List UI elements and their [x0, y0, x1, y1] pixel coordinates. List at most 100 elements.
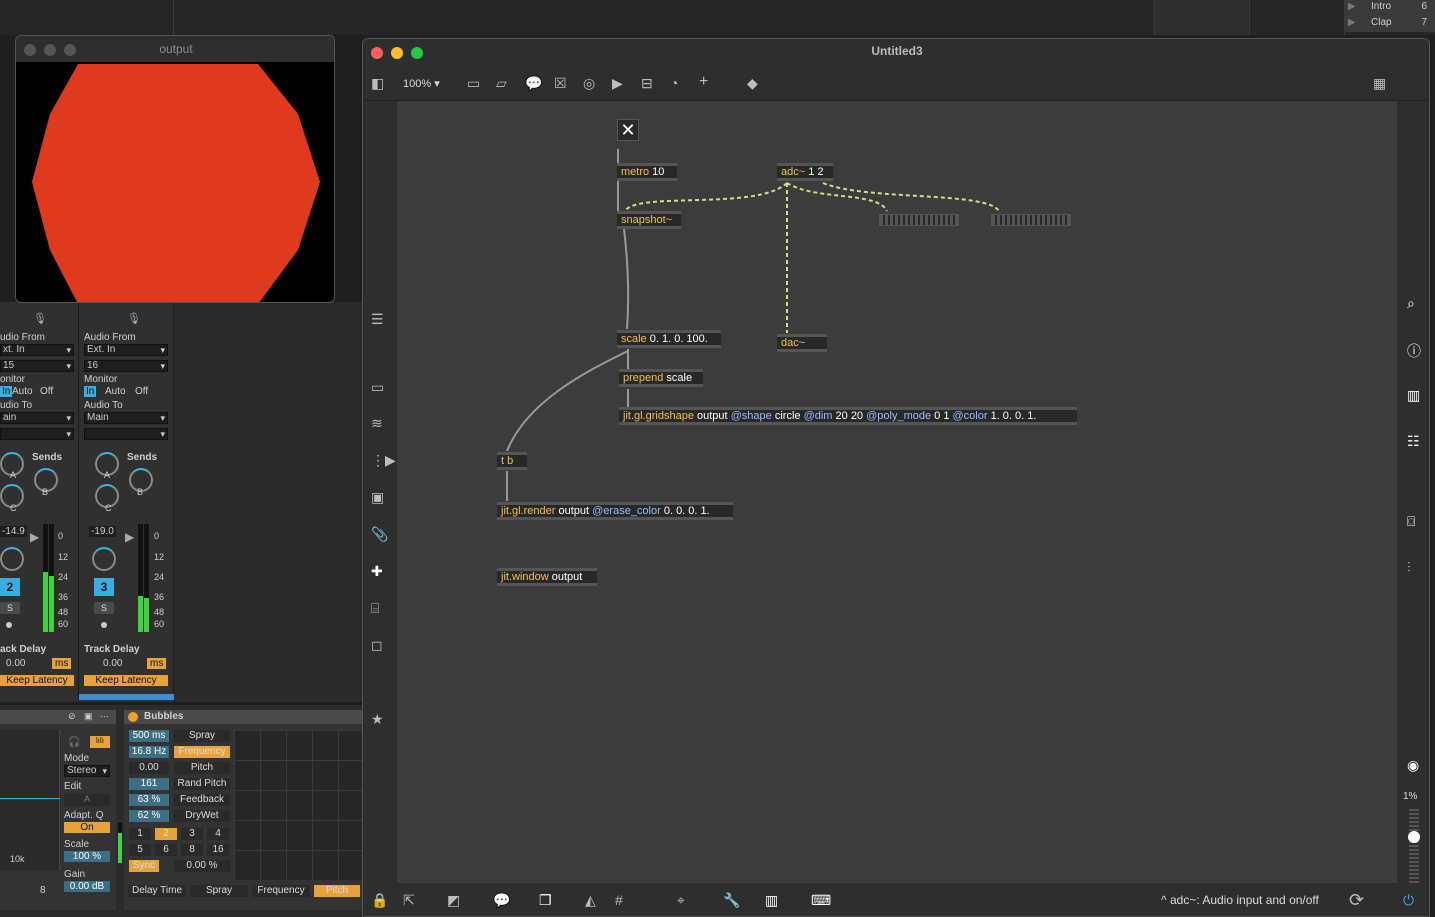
- comment-bubble-icon[interactable]: 💬: [493, 892, 510, 909]
- feedback-label[interactable]: Feedback: [174, 794, 230, 806]
- monitor-in-button[interactable]: In: [0, 386, 13, 397]
- object-adc[interactable]: adc~ 1 2: [777, 163, 833, 181]
- tab-frequency[interactable]: Frequency: [252, 885, 310, 897]
- feedback-value[interactable]: 63 %: [129, 794, 169, 806]
- sync-button[interactable]: Sync: [129, 860, 159, 872]
- grid-snap-icon[interactable]: #: [615, 892, 623, 908]
- toggle-object-icon[interactable]: ◎: [583, 75, 595, 92]
- tab-delay-time[interactable]: Delay Time: [128, 885, 186, 897]
- arm-icon[interactable]: [101, 622, 107, 628]
- power-icon[interactable]: ⏻: [1403, 892, 1414, 909]
- number-box[interactable]: [991, 214, 1071, 226]
- pan-knob[interactable]: [92, 547, 116, 571]
- frequency-label[interactable]: Frequency: [174, 746, 230, 758]
- rand-pitch-value[interactable]: 161: [129, 778, 169, 790]
- connect-icon[interactable]: ⌖: [677, 892, 685, 909]
- object-prepend[interactable]: prepend scale: [619, 369, 703, 387]
- input-channel-select[interactable]: 16: [84, 360, 168, 372]
- keyboard-icon[interactable]: ⌨: [811, 892, 831, 909]
- solo-button[interactable]: S: [0, 602, 20, 614]
- media-object-icon[interactable]: ▶: [612, 75, 623, 92]
- drywet-label[interactable]: DryWet: [174, 810, 230, 822]
- monitor-auto-button[interactable]: Auto: [105, 386, 126, 397]
- bubbles-display[interactable]: [234, 730, 362, 880]
- zoom-select[interactable]: 100% ▾: [403, 77, 440, 90]
- package-icon[interactable]: ⌸: [371, 600, 379, 617]
- patcher-icon[interactable]: ◩: [447, 892, 460, 909]
- division-button[interactable]: 4: [207, 828, 229, 840]
- headphones-icon[interactable]: 🎧: [68, 737, 80, 748]
- patcher-canvas[interactable]: ✕ metro 10 adc~ 1 2 snapshot~ scale 0. 1…: [397, 101, 1397, 883]
- paperclip-icon[interactable]: 📎: [371, 526, 388, 543]
- video-icon[interactable]: ⋮▶: [371, 452, 396, 469]
- audio-from-select[interactable]: Ext. In: [84, 344, 168, 356]
- gain-value[interactable]: 0.00 dB: [64, 881, 110, 892]
- favorites-star-icon[interactable]: ★: [371, 711, 384, 728]
- object-jit-gl-gridshape[interactable]: jit.gl.gridshape output @shape circle @d…: [619, 407, 1077, 425]
- audio-to-select[interactable]: Main: [84, 412, 168, 424]
- windows-icon[interactable]: ❐: [539, 892, 552, 909]
- keep-latency-button[interactable]: Keep Latency: [84, 675, 168, 686]
- tab-pitch[interactable]: Pitch: [314, 885, 360, 897]
- number-box[interactable]: [879, 214, 959, 226]
- track-activator[interactable]: 2: [0, 578, 20, 596]
- eq-display[interactable]: 10k: [0, 730, 60, 870]
- spray-time-value[interactable]: 500 ms: [129, 730, 169, 742]
- edit-select[interactable]: A: [64, 794, 110, 806]
- frame-icon[interactable]: ◻: [371, 637, 383, 654]
- volume-readout[interactable]: -14.9: [0, 526, 27, 537]
- track-delay-unit-button[interactable]: ms: [52, 658, 72, 669]
- output-channel-select[interactable]: [0, 428, 74, 440]
- track-activator[interactable]: 3: [94, 578, 114, 596]
- monitor-off-button[interactable]: Off: [135, 386, 148, 397]
- info-icon[interactable]: ⓘ: [1407, 341, 1421, 361]
- drywet-value[interactable]: 62 %: [129, 810, 169, 822]
- lock-icon[interactable]: 🔒: [371, 892, 388, 909]
- paint-bucket-icon[interactable]: ◆: [747, 75, 758, 92]
- audio-on-icon[interactable]: ◉: [1407, 757, 1419, 774]
- object-box-icon[interactable]: ▭: [467, 75, 480, 92]
- output-channel-select[interactable]: [84, 428, 168, 440]
- mixer-icon[interactable]: ⫶: [1407, 559, 1411, 576]
- monitor-in-button[interactable]: In: [84, 386, 97, 397]
- image-icon[interactable]: ▣: [371, 489, 384, 506]
- debug-icon[interactable]: ◭: [585, 892, 596, 909]
- menu-icon[interactable]: ☰: [371, 311, 384, 328]
- zoom-button[interactable]: [64, 44, 76, 56]
- volume-readout[interactable]: -19.0: [89, 526, 116, 537]
- object-scale[interactable]: scale 0. 1. 0. 100.: [617, 330, 721, 348]
- object-snapshot[interactable]: snapshot~: [617, 211, 681, 229]
- object-trigger[interactable]: t b: [497, 452, 527, 470]
- monitor-auto-button[interactable]: Auto: [12, 386, 33, 397]
- presentation-icon[interactable]: ⇱: [403, 892, 415, 909]
- keep-latency-button[interactable]: Keep Latency: [0, 675, 74, 686]
- division-button[interactable]: 6: [155, 844, 177, 856]
- plugin-icon[interactable]: ✚: [371, 563, 383, 580]
- slider-object-icon[interactable]: ⊟: [641, 75, 653, 92]
- message-box-icon[interactable]: ▱: [496, 75, 507, 92]
- audio-from-select[interactable]: xt. In: [0, 344, 74, 356]
- volume-slider-handle[interactable]: [1408, 831, 1420, 843]
- search-icon[interactable]: ⌕: [1407, 295, 1415, 312]
- solo-button[interactable]: S: [94, 602, 114, 614]
- division-button[interactable]: 2: [155, 828, 177, 840]
- pitch-label[interactable]: Pitch: [174, 762, 230, 774]
- division-button[interactable]: 1: [129, 828, 151, 840]
- browser-icon[interactable]: ▭: [371, 379, 384, 396]
- mode-select[interactable]: Stereo: [64, 765, 110, 777]
- audio-icon[interactable]: ≋: [371, 415, 383, 432]
- sync-offset-value[interactable]: 0.00 %: [174, 860, 230, 872]
- save-preset-icon[interactable]: ▣: [84, 711, 93, 722]
- keyboard-piano-icon[interactable]: ▥: [765, 892, 778, 909]
- tab-spray[interactable]: Spray: [190, 885, 248, 897]
- spray-label[interactable]: Spray: [174, 730, 230, 742]
- pan-knob[interactable]: [0, 547, 24, 571]
- spectrum-icon[interactable]: lılı: [90, 736, 110, 748]
- toggle-object[interactable]: ✕: [617, 119, 639, 141]
- more-options-icon[interactable]: ⋯: [100, 711, 109, 722]
- dial-object-icon[interactable]: ◔: [670, 75, 678, 91]
- division-button[interactable]: 3: [181, 828, 203, 840]
- comment-icon[interactable]: 💬: [525, 75, 542, 92]
- division-button[interactable]: 16: [207, 844, 229, 856]
- input-channel-select[interactable]: 15: [0, 360, 74, 372]
